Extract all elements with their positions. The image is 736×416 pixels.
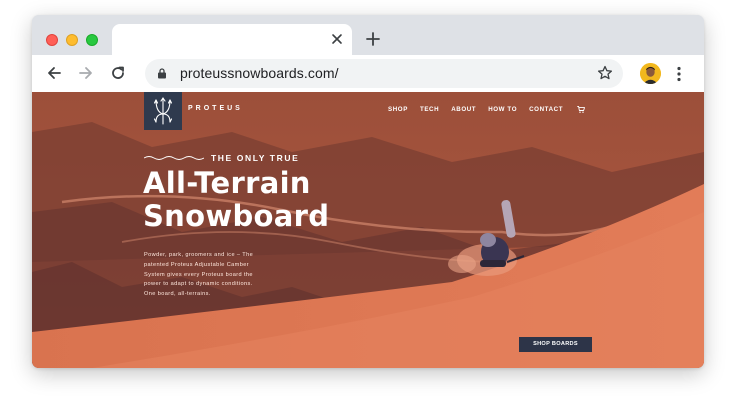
trident-logo[interactable] — [144, 92, 182, 130]
browser-toolbar: proteussnowboards.com/ — [32, 55, 704, 92]
site-nav: SHOP TECH ABOUT HOW TO CONTACT — [388, 106, 575, 113]
wave-rule-icon — [144, 156, 204, 160]
forward-arrow-icon[interactable] — [78, 65, 94, 81]
lock-icon[interactable] — [157, 68, 167, 79]
address-bar[interactable]: proteussnowboards.com/ — [145, 59, 623, 88]
close-icon[interactable] — [330, 32, 344, 46]
avatar[interactable] — [640, 63, 661, 84]
nav-item-about[interactable]: ABOUT — [451, 106, 476, 113]
shop-boards-button[interactable]: SHOP BOARDS — [519, 337, 592, 352]
minimize-window-button[interactable] — [66, 34, 78, 46]
nav-item-shop[interactable]: SHOP — [388, 106, 408, 113]
star-icon[interactable] — [597, 65, 613, 81]
nav-item-contact[interactable]: CONTACT — [529, 106, 563, 113]
hero-headline: All-Terrain Snowboard — [143, 167, 329, 233]
headline-line-1: All-Terrain — [143, 166, 311, 200]
nav-item-how-to[interactable]: HOW TO — [488, 106, 517, 113]
url-text[interactable]: proteussnowboards.com/ — [180, 65, 339, 81]
reload-icon[interactable] — [110, 65, 126, 81]
page-viewport: PROTEUS SHOP TECH ABOUT HOW TO CONTACT T… — [32, 92, 704, 368]
tab-strip — [32, 15, 704, 55]
avatar-image — [640, 63, 661, 84]
hero-description: Powder, park, groomers and ice – The pat… — [144, 252, 254, 298]
brand-name[interactable]: PROTEUS — [188, 105, 243, 112]
hero-image — [32, 92, 704, 368]
hero-tagline: THE ONLY TRUE — [211, 153, 300, 163]
more-vert-icon[interactable] — [677, 66, 681, 82]
nav-item-tech[interactable]: TECH — [420, 106, 439, 113]
cart-icon[interactable] — [577, 106, 585, 113]
browser-tab[interactable] — [112, 24, 352, 55]
close-window-button[interactable] — [46, 34, 58, 46]
zoom-window-button[interactable] — [86, 34, 98, 46]
plus-icon[interactable] — [366, 32, 380, 46]
back-arrow-icon[interactable] — [46, 65, 62, 81]
trident-logo-icon — [153, 97, 173, 125]
headline-line-2: Snowboard — [143, 199, 330, 233]
browser-window: proteussnowboards.com/ PROTEUS SHOP TECH… — [32, 15, 704, 368]
